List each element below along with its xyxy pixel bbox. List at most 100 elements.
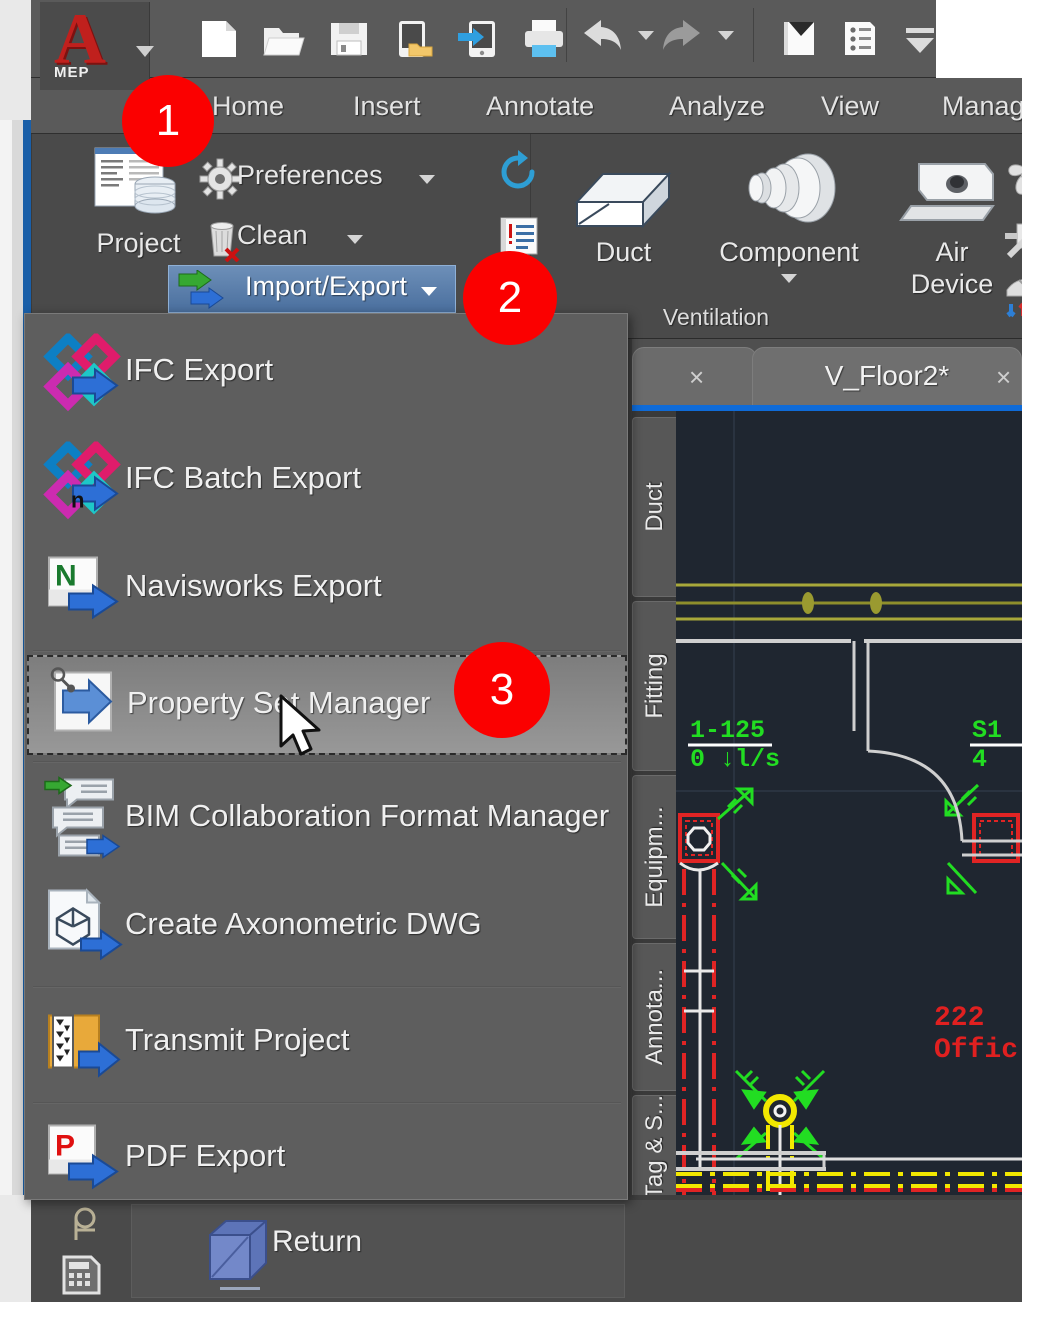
svg-text:1-125: 1-125 — [690, 716, 765, 745]
tab-annotate[interactable]: Annotate — [486, 86, 594, 126]
component-icon — [734, 144, 844, 239]
fan-icon[interactable] — [999, 148, 1022, 209]
doc-tab-previous[interactable]: × — [632, 347, 757, 405]
air-device-button-label: Air Device — [910, 237, 994, 299]
menu-separator-4 — [33, 1102, 621, 1104]
save-icon[interactable] — [326, 16, 372, 62]
close-icon[interactable]: × — [996, 362, 1011, 393]
cad-vector-drawing: 1-125 0 ↓l/s S1 4 222 Offic — [676, 411, 1022, 1195]
document-tab-bar: × V_Floor2* × — [632, 339, 1022, 405]
palette-tab-label: Tag & S... — [640, 1094, 668, 1195]
tab-insert[interactable]: Insert — [353, 86, 421, 126]
undo-icon[interactable] — [579, 16, 625, 62]
quick-access-toolbar — [31, 0, 1022, 78]
palette-tab-tag-schedule[interactable]: Tag & S... — [632, 1095, 676, 1195]
return-button-label: Return — [272, 1225, 363, 1258]
step-badge-number: 2 — [497, 273, 523, 322]
ifc-batch-export-icon: n — [43, 439, 121, 525]
palette-tab-fitting[interactable]: Fitting — [632, 601, 676, 771]
clean-button[interactable]: Clean — [181, 216, 411, 264]
product-badge-label: MEP — [54, 64, 90, 81]
airflow-icon[interactable] — [1001, 268, 1022, 329]
svg-text:S1: S1 — [972, 716, 1002, 745]
close-icon[interactable]: × — [689, 362, 704, 393]
import-export-chevron-down-icon[interactable] — [421, 287, 437, 296]
menu-item-bcf-manager[interactable]: BIM Collaboration Format Manager — [25, 766, 629, 876]
refresh-icon[interactable] — [494, 148, 542, 201]
titlebar-right-blank — [936, 0, 1022, 78]
component-chevron-down-icon[interactable] — [781, 274, 797, 283]
undo-dropdown-icon[interactable] — [638, 31, 654, 40]
tab-home[interactable]: Home — [212, 86, 284, 126]
save-as-icon[interactable] — [391, 16, 437, 62]
properties-icon[interactable] — [837, 16, 883, 62]
tab-view[interactable]: View — [821, 86, 879, 126]
toolbar-separator-2 — [753, 8, 754, 62]
panel-divider-0 — [31, 134, 32, 339]
application-menu-button[interactable]: A MEP — [40, 0, 154, 90]
component-button[interactable]: Component — [699, 140, 879, 330]
redo-icon[interactable] — [659, 16, 705, 62]
menu-separator-3 — [33, 986, 621, 988]
palette-tab-equipment[interactable]: Equipm... — [632, 775, 676, 939]
damper-icon[interactable] — [1003, 210, 1022, 267]
transmit-project-icon — [43, 1004, 123, 1087]
menu-item-label: IFC Batch Export — [125, 460, 362, 495]
preferences-button[interactable]: Preferences — [181, 156, 435, 204]
menu-item-transmit-project[interactable]: Transmit Project — [25, 992, 629, 1098]
tab-analyze[interactable]: Analyze — [669, 86, 765, 126]
drawing-canvas[interactable]: Duct Fitting Equipm... Annota... Tag & S… — [632, 405, 1022, 1195]
menu-item-pdf-export[interactable]: P PDF Export — [25, 1108, 629, 1214]
import-export-dropdown[interactable]: IFC Export n IFC Batch Export N Naviswor… — [24, 313, 628, 1200]
menu-item-label: Create Axonometric DWG — [125, 906, 482, 941]
doc-tab-v-floor2[interactable]: V_Floor2* × — [752, 347, 1022, 405]
step-badge-2: 2 — [463, 251, 557, 345]
menu-item-label: IFC Export — [125, 352, 274, 387]
return-icon — [209, 1220, 267, 1280]
import-export-button[interactable]: Import/Export — [168, 265, 456, 313]
screenshot-root: A MEP Home Insert Annotate Analyze View … — [0, 0, 1053, 1327]
svg-text:N: N — [55, 560, 77, 593]
palette-tab-annotation[interactable]: Annota... — [632, 943, 676, 1091]
menu-item-navisworks-export[interactable]: N Navisworks Export — [25, 538, 629, 644]
property-set-manager-icon — [45, 667, 123, 744]
calculator-icon[interactable] — [59, 1252, 105, 1302]
tab-manage[interactable]: Manage — [942, 86, 1022, 126]
menu-item-create-axonometric-dwg[interactable]: Create Axonometric DWG — [25, 876, 629, 982]
palette-tab-duct[interactable]: Duct — [632, 417, 676, 597]
svg-text:n: n — [71, 488, 84, 513]
gear-icon — [199, 158, 241, 200]
new-file-icon[interactable] — [196, 16, 242, 62]
menu-item-label: Navisworks Export — [125, 568, 382, 603]
plot-icon[interactable] — [521, 16, 567, 62]
menu-item-ifc-export[interactable]: IFC Export — [25, 322, 629, 428]
palette-tab-label: Fitting — [640, 653, 668, 719]
return-underline — [220, 1287, 260, 1290]
redo-dropdown-icon[interactable] — [718, 31, 734, 40]
duct-button-label: Duct — [595, 237, 652, 267]
clean-label: Clean — [237, 220, 308, 250]
open-folder-icon[interactable] — [261, 16, 307, 62]
ifc-export-icon — [43, 331, 121, 417]
menu-item-ifc-batch-export[interactable]: n IFC Batch Export — [25, 430, 629, 536]
axonometric-dwg-icon — [43, 887, 123, 972]
mouse-cursor — [277, 694, 331, 771]
svg-text:Offic: Offic — [934, 1035, 1018, 1066]
export-icon[interactable] — [456, 16, 502, 62]
tool-palette-tabs: Duct Fitting Equipm... Annota... Tag & S… — [632, 411, 676, 1195]
preferences-label: Preferences — [237, 160, 383, 190]
return-button[interactable]: Return — [131, 1204, 625, 1298]
menu-item-label: BIM Collaboration Format Manager — [125, 798, 610, 833]
chevron-down-icon[interactable] — [136, 46, 154, 57]
doc-tab-label: V_Floor2* — [824, 360, 950, 391]
duct-button[interactable]: Duct — [551, 140, 696, 330]
window-left-edge-light — [0, 120, 12, 1195]
cad-drawing-content[interactable]: 1-125 0 ↓l/s S1 4 222 Offic — [676, 411, 1022, 1195]
svg-text:P: P — [55, 1130, 75, 1163]
menu-item-label: PDF Export — [125, 1138, 286, 1173]
clean-chevron-down-icon[interactable] — [347, 235, 363, 244]
duct-icon — [569, 144, 679, 239]
layer-state-icon[interactable] — [776, 16, 822, 62]
window-left-edge-gray — [12, 120, 23, 1195]
preferences-chevron-down-icon[interactable] — [419, 175, 435, 184]
